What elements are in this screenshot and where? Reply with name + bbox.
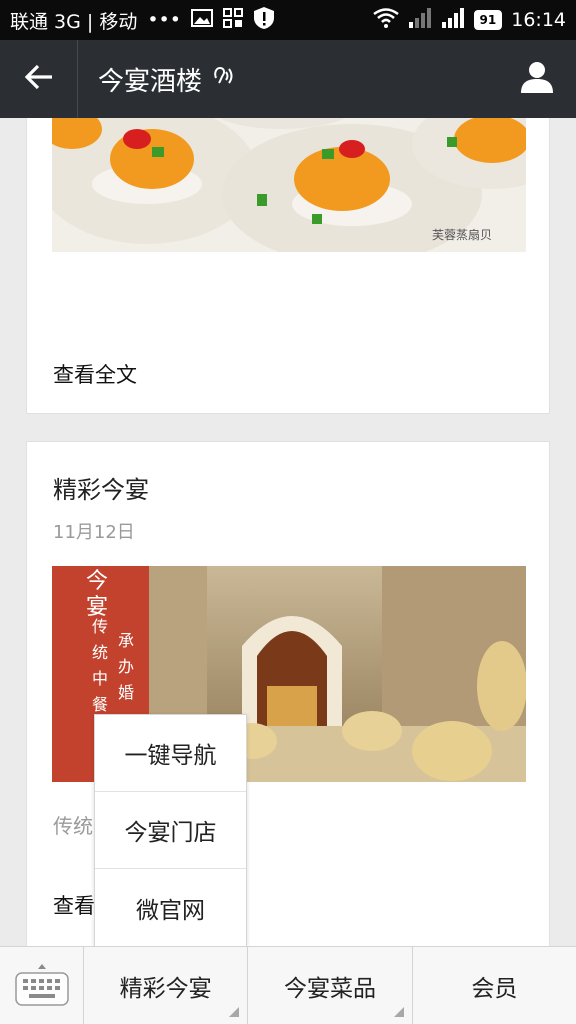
carrier-text: 联通 3G | 移动 [10, 10, 138, 33]
article-date: 11月12日 [53, 522, 135, 543]
signal-icon-2 [441, 7, 465, 33]
submenu-popup: 一键导航 今宴门店 微官网 [94, 714, 247, 946]
apps-icon [222, 7, 243, 33]
article-image-scallops[interactable]: 芙蓉蒸扇贝 [52, 118, 526, 252]
banner-char: 今 [86, 569, 108, 594]
nav-bar: 今宴酒楼 [0, 40, 576, 118]
battery-icon: 91 [473, 10, 503, 30]
user-icon [520, 60, 554, 98]
ear-icon[interactable] [210, 64, 234, 95]
page-title-text: 今宴酒楼 [98, 66, 203, 97]
menu-item-navigation[interactable]: 一键导航 [95, 715, 246, 792]
banner-char: 婚 [118, 683, 134, 702]
back-arrow-icon [24, 64, 53, 94]
banner-char: 统 [92, 643, 108, 662]
menu-item-stores[interactable]: 今宴门店 [95, 792, 246, 869]
notification-dots: ••• [147, 9, 181, 31]
shield-icon [253, 6, 275, 35]
article-summary: 传统 [53, 814, 93, 838]
bottom-tab-dishes[interactable]: 今宴菜品 [248, 947, 413, 1024]
submenu-indicator-icon [229, 1007, 240, 1017]
article-list[interactable]: 芙蓉蒸扇贝 查看全文 精彩今宴 11月12日 今 宴 传 统 中 餐 承 办 婚… [0, 118, 576, 946]
signal-icon-1 [408, 7, 432, 33]
article-card[interactable]: 芙蓉蒸扇贝 查看全文 [26, 118, 550, 414]
banner-char: 传 [92, 617, 108, 636]
submenu-indicator-icon [393, 1007, 404, 1017]
tab-label: 精彩今宴 [119, 976, 212, 1002]
banner-char: 餐 [92, 695, 108, 714]
bottom-tab-membership[interactable]: 会员 [413, 947, 576, 1024]
article-title[interactable]: 精彩今宴 [53, 470, 149, 505]
status-bar: 联通 3G | 移动 ••• 91 16:14 [0, 0, 576, 40]
bottom-tab-highlights[interactable]: 精彩今宴 [84, 947, 249, 1024]
keyboard-icon [13, 961, 71, 1011]
keyboard-toggle-button[interactable] [0, 947, 84, 1024]
user-profile-button[interactable] [498, 40, 576, 118]
menu-item-micro-site[interactable]: 微官网 [95, 869, 246, 946]
tab-label: 会员 [471, 976, 518, 1002]
image-caption: 芙蓉蒸扇贝 [432, 227, 492, 242]
back-button[interactable] [0, 40, 78, 118]
read-more-link[interactable]: 查看 [53, 890, 95, 920]
tab-label: 今宴菜品 [283, 976, 376, 1002]
banner-char: 承 [118, 631, 134, 650]
image-icon [190, 8, 213, 32]
wifi-icon [372, 7, 399, 33]
page-title: 今宴酒楼 [98, 61, 234, 98]
read-more-link[interactable]: 查看全文 [53, 359, 137, 389]
banner-char: 办 [118, 657, 134, 676]
bottom-menu-bar: 精彩今宴 今宴菜品 会员 [0, 946, 576, 1024]
banner-char: 中 [92, 669, 108, 688]
clock: 16:14 [511, 9, 566, 31]
